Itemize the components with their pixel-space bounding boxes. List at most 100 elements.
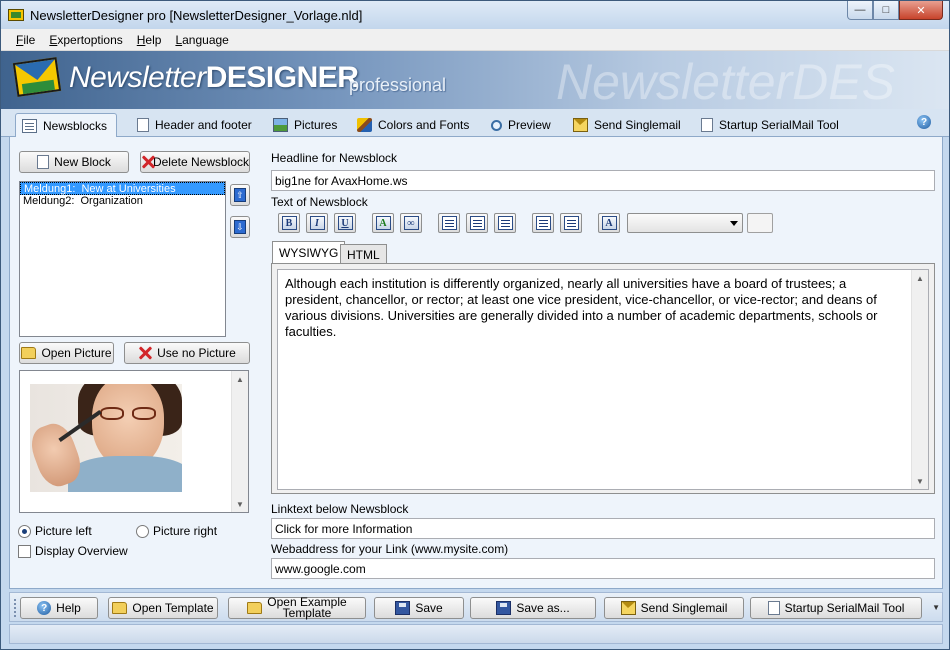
- use-no-picture-button[interactable]: Use no Picture: [124, 342, 250, 364]
- numbered-list-button[interactable]: [560, 213, 582, 233]
- newsblock-text[interactable]: Although each institution is differently…: [285, 276, 905, 340]
- open-example-template-button[interactable]: Open Example Template: [228, 596, 366, 619]
- newsblock-text-editor[interactable]: Although each institution is differently…: [277, 269, 929, 490]
- color-picker[interactable]: [747, 213, 773, 233]
- bold-button[interactable]: B: [278, 213, 300, 233]
- editor-frame: Although each institution is differently…: [271, 263, 935, 494]
- insert-link-button[interactable]: ∞: [400, 213, 422, 233]
- tab-html[interactable]: HTML: [340, 244, 387, 264]
- tab-header-footer[interactable]: Header and footer: [131, 113, 258, 137]
- save-as-button[interactable]: Save as...: [470, 597, 596, 619]
- picture-preview: ▲ ▼: [19, 370, 249, 513]
- envelope-logo-icon: [12, 57, 62, 97]
- display-overview-checkbox[interactable]: Display Overview: [18, 544, 128, 558]
- bullet-list-icon: [535, 216, 551, 230]
- startup-serialmail-button[interactable]: Startup SerialMail Tool: [750, 597, 922, 619]
- editor-scrollbar[interactable]: ▲ ▼: [911, 270, 928, 489]
- linktext-input[interactable]: Click for more Information: [271, 518, 935, 539]
- app-banner: NewsletterDESIGNER professional Newslett…: [1, 51, 949, 109]
- title-bar[interactable]: NewsletterDesigner pro [NewsletterDesign…: [1, 1, 949, 29]
- align-center-button[interactable]: [466, 213, 488, 233]
- tab-send-singlemail[interactable]: Send Singlemail: [567, 113, 687, 137]
- font-color-icon: A: [375, 216, 391, 230]
- move-up-button[interactable]: ⇧: [230, 184, 250, 206]
- font-select[interactable]: [627, 213, 743, 233]
- menu-help[interactable]: Help: [130, 33, 169, 47]
- tab-startup-serialmail[interactable]: Startup SerialMail Tool: [695, 113, 845, 137]
- align-center-icon: [469, 216, 485, 230]
- new-document-icon: [37, 155, 50, 169]
- pictures-icon: [273, 118, 288, 132]
- align-right-button[interactable]: [494, 213, 516, 233]
- newsblock-photo: [30, 384, 182, 492]
- send-singlemail-button[interactable]: Send Singlemail: [604, 597, 744, 619]
- save-button[interactable]: Save: [374, 597, 464, 619]
- header-footer-icon: [137, 118, 149, 132]
- scroll-down-icon[interactable]: ▼: [912, 473, 928, 489]
- bold-icon: B: [281, 216, 297, 230]
- italic-icon: I: [309, 216, 325, 230]
- radio-selected-icon: [18, 524, 31, 538]
- folder-icon: [112, 602, 128, 614]
- new-block-button[interactable]: New Block: [19, 151, 129, 173]
- menu-file[interactable]: File: [9, 33, 42, 47]
- magnifier-icon: [491, 119, 502, 131]
- tab-pictures[interactable]: Pictures: [267, 113, 343, 137]
- webaddress-input[interactable]: www.google.com: [271, 558, 935, 579]
- headline-input[interactable]: big1ne for AvaxHome.ws: [271, 170, 935, 191]
- italic-button[interactable]: I: [306, 213, 328, 233]
- help-icon[interactable]: ?: [917, 115, 931, 129]
- linktext-label: Linktext below Newsblock: [271, 502, 409, 516]
- tab-preview[interactable]: Preview: [485, 113, 557, 137]
- align-left-button[interactable]: [438, 213, 460, 233]
- bullet-list-button[interactable]: [532, 213, 554, 233]
- picture-scrollbar[interactable]: ▲ ▼: [231, 371, 248, 512]
- tab-newsblocks[interactable]: Newsblocks: [15, 113, 117, 138]
- open-template-button[interactable]: Open Template: [108, 597, 218, 619]
- toolbar-grip[interactable]: [14, 599, 17, 617]
- main-tabs: Newsblocks Header and footer Pictures Co…: [1, 109, 949, 138]
- serialmail-icon: [701, 118, 713, 132]
- font-color-button[interactable]: A: [372, 213, 394, 233]
- bottom-toolbar: ? Help Open Template Open Example Templat…: [9, 592, 943, 622]
- minimize-button[interactable]: —: [847, 1, 873, 20]
- serialmail-icon: [767, 601, 780, 615]
- list-item[interactable]: Meldung1: New at Universities: [20, 182, 225, 195]
- link-icon: ∞: [403, 216, 419, 230]
- tab-colors-fonts[interactable]: Colors and Fonts: [351, 113, 475, 137]
- open-picture-button[interactable]: Open Picture: [19, 342, 114, 364]
- delete-newsblock-button[interactable]: Delete Newsblock: [140, 151, 250, 173]
- underline-button[interactable]: U: [334, 213, 356, 233]
- scroll-down-icon[interactable]: ▼: [232, 496, 248, 512]
- tab-wysiwyg[interactable]: WYSIWYG: [272, 241, 346, 264]
- newsblock-list[interactable]: Meldung1: New at Universities Meldung2: …: [19, 181, 226, 337]
- maximize-button[interactable]: □: [873, 1, 899, 20]
- align-right-icon: [497, 216, 513, 230]
- envelope-icon: [573, 118, 588, 132]
- picture-left-radio[interactable]: Picture left: [18, 524, 92, 538]
- save-icon: [395, 601, 411, 615]
- list-item[interactable]: Meldung2: Organization: [20, 195, 225, 208]
- app-window: NewsletterDesigner pro [NewsletterDesign…: [0, 0, 950, 650]
- delete-icon: [141, 155, 148, 169]
- close-button[interactable]: ✕: [899, 1, 943, 20]
- font-size-button[interactable]: A: [598, 213, 620, 233]
- picture-right-radio[interactable]: Picture right: [136, 524, 217, 538]
- help-icon: ?: [37, 601, 52, 615]
- font-size-icon: A: [601, 216, 617, 230]
- status-bar: [9, 624, 943, 644]
- move-down-button[interactable]: ⇩: [230, 216, 250, 238]
- checkbox-icon: [18, 544, 31, 558]
- brand-name: NewsletterDESIGNER: [69, 61, 359, 94]
- help-button[interactable]: ? Help: [20, 597, 98, 619]
- menu-language[interactable]: Language: [168, 33, 235, 47]
- scroll-up-icon[interactable]: ▲: [232, 371, 248, 387]
- scroll-up-icon[interactable]: ▲: [912, 270, 928, 286]
- toolbar-overflow-icon[interactable]: ▼: [932, 603, 940, 612]
- arrow-up-icon: ⇧: [234, 188, 246, 202]
- window-title: NewsletterDesigner pro [NewsletterDesign…: [30, 7, 363, 23]
- align-left-icon: [441, 216, 457, 230]
- menu-expertoptions[interactable]: Expertoptions: [42, 33, 129, 47]
- newsblocks-icon: [22, 118, 37, 133]
- menu-bar: File Expertoptions Help Language: [1, 29, 949, 51]
